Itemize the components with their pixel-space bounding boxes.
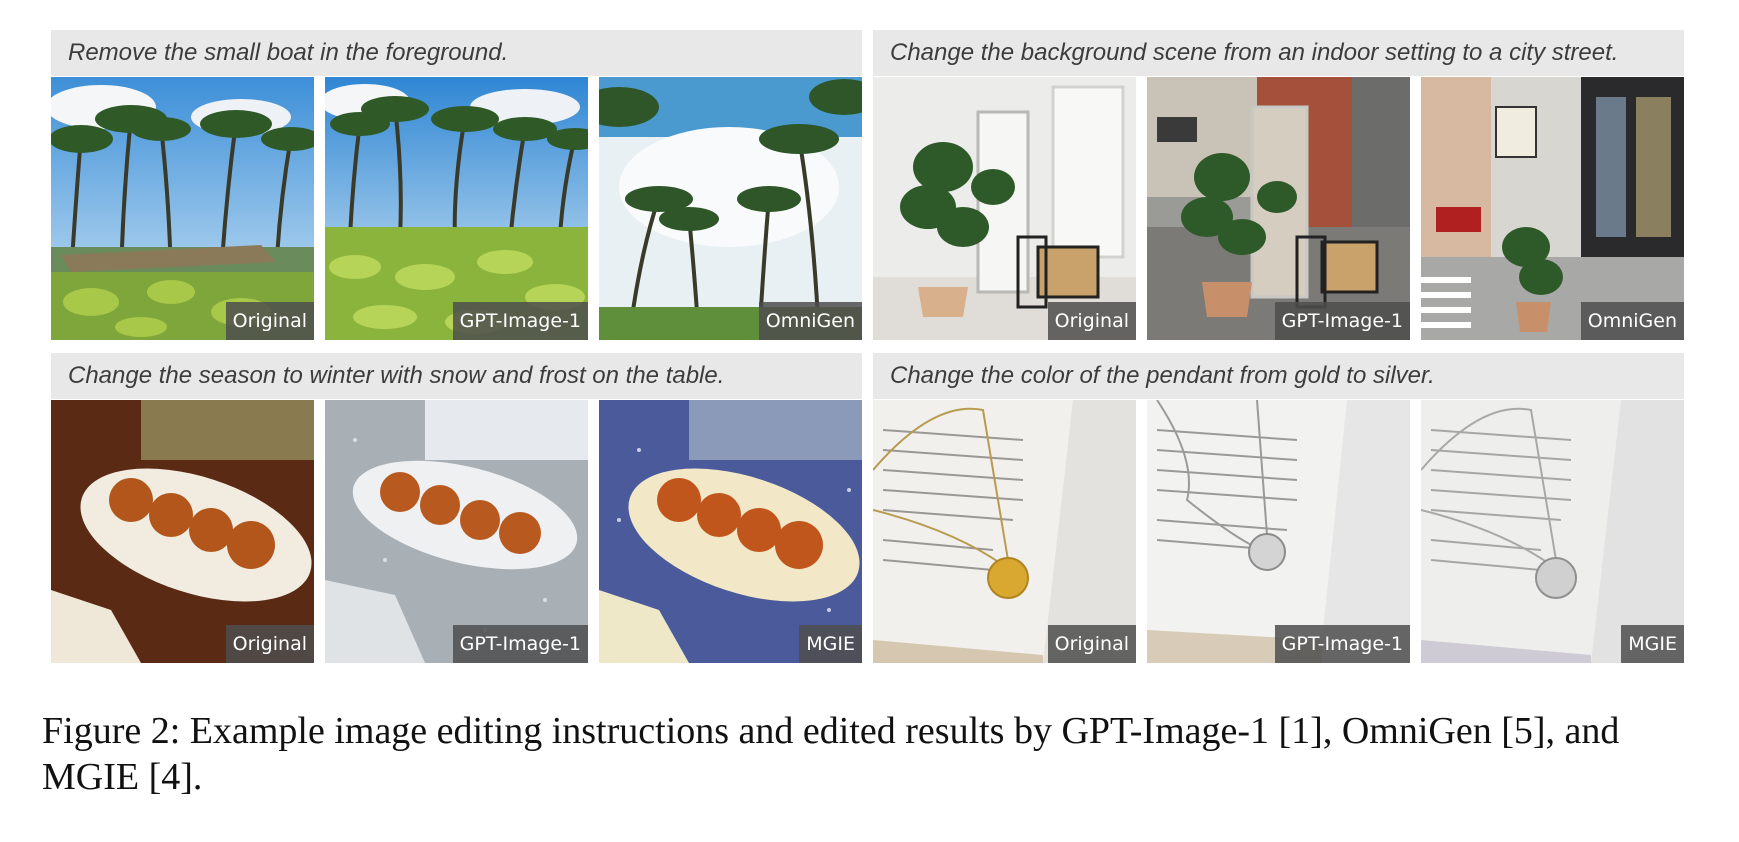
image-gpt-image-1: GPT-Image-1: [1147, 400, 1410, 663]
method-label: Original: [225, 302, 314, 340]
image-omnigen: OmniGen: [1421, 77, 1684, 340]
image-mgie: MGIE: [599, 400, 862, 663]
panel-winter-season: Change the season to winter with snow an…: [51, 353, 862, 663]
image-original: Original: [873, 400, 1136, 663]
instruction-text: Change the season to winter with snow an…: [51, 353, 862, 399]
panel-remove-boat: Remove the small boat in the foreground.…: [51, 30, 862, 340]
image-omnigen: OmniGen: [599, 77, 862, 340]
image-original: Original: [51, 400, 314, 663]
method-label: Original: [1047, 302, 1136, 340]
method-label: Original: [1047, 625, 1136, 663]
method-label: Original: [225, 625, 314, 663]
method-label: GPT-Image-1: [452, 625, 588, 663]
method-label: GPT-Image-1: [1274, 302, 1410, 340]
method-label: GPT-Image-1: [452, 302, 588, 340]
image-gpt-image-1: GPT-Image-1: [325, 400, 588, 663]
instruction-text: Change the background scene from an indo…: [873, 30, 1684, 76]
method-label: OmniGen: [1580, 302, 1684, 340]
instruction-text: Remove the small boat in the foreground.: [51, 30, 862, 76]
image-original: Original: [51, 77, 314, 340]
method-label: MGIE: [1621, 625, 1684, 663]
image-gpt-image-1: GPT-Image-1: [1147, 77, 1410, 340]
panel-background-city: Change the background scene from an indo…: [873, 30, 1684, 340]
image-gpt-image-1: GPT-Image-1: [325, 77, 588, 340]
image-mgie: MGIE: [1421, 400, 1684, 663]
method-label: GPT-Image-1: [1274, 625, 1410, 663]
figure-caption: Figure 2: Example image editing instruct…: [42, 710, 1620, 798]
method-label: OmniGen: [758, 302, 862, 340]
image-original: Original: [873, 77, 1136, 340]
instruction-text: Change the color of the pendant from gol…: [873, 353, 1684, 399]
panel-pendant-color: Change the color of the pendant from gol…: [873, 353, 1684, 663]
method-label: MGIE: [799, 625, 862, 663]
